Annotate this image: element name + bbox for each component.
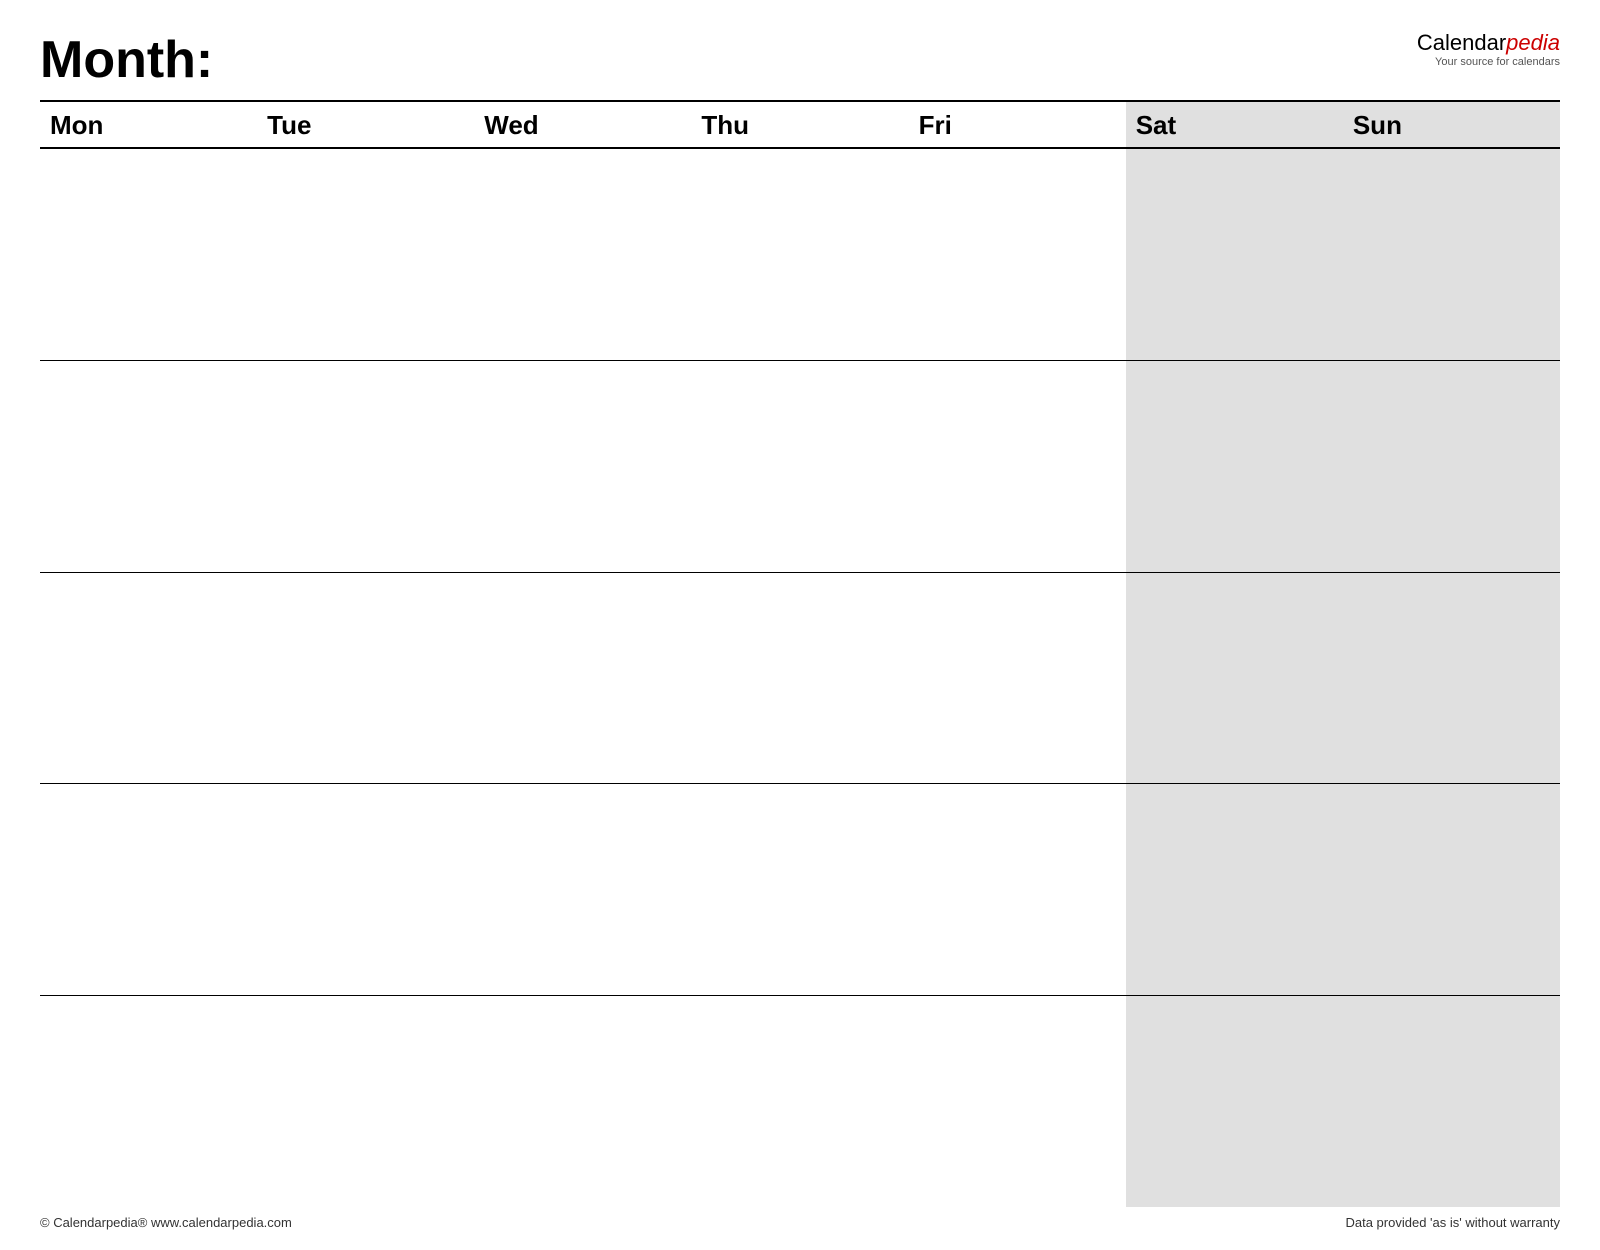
calendar-grid: Mon Tue Wed Thu Fri Sat Sun [40, 100, 1560, 1207]
day-header-tue: Tue [257, 102, 474, 147]
day-header-sat: Sat [1126, 102, 1343, 147]
week5-thu[interactable] [691, 996, 908, 1207]
week5-sun[interactable] [1343, 996, 1560, 1207]
week2-wed[interactable] [474, 361, 691, 572]
week5-sat[interactable] [1126, 996, 1343, 1207]
week3-thu[interactable] [691, 573, 908, 784]
month-title: Month: [40, 30, 213, 90]
week1-wed[interactable] [474, 149, 691, 360]
weeks-container [40, 149, 1560, 1207]
day-header-fri: Fri [909, 102, 1126, 147]
week1-sun[interactable] [1343, 149, 1560, 360]
week2-tue[interactable] [257, 361, 474, 572]
week-row-1 [40, 149, 1560, 361]
week1-thu[interactable] [691, 149, 908, 360]
week1-sat[interactable] [1126, 149, 1343, 360]
week-row-3 [40, 573, 1560, 785]
week4-fri[interactable] [909, 784, 1126, 995]
header: Month: Calendarpedia Your source for cal… [40, 30, 1560, 90]
logo-subtitle: Your source for calendars [1417, 56, 1560, 69]
week3-sun[interactable] [1343, 573, 1560, 784]
week5-wed[interactable] [474, 996, 691, 1207]
week3-fri[interactable] [909, 573, 1126, 784]
week1-tue[interactable] [257, 149, 474, 360]
week1-fri[interactable] [909, 149, 1126, 360]
week4-mon[interactable] [40, 784, 257, 995]
logo-pedia: pedia [1506, 30, 1560, 55]
day-header-wed: Wed [474, 102, 691, 147]
week3-tue[interactable] [257, 573, 474, 784]
week2-sun[interactable] [1343, 361, 1560, 572]
week3-mon[interactable] [40, 573, 257, 784]
week4-wed[interactable] [474, 784, 691, 995]
week2-mon[interactable] [40, 361, 257, 572]
logo-container: Calendarpedia Your source for calendars [1417, 30, 1560, 70]
week3-sat[interactable] [1126, 573, 1343, 784]
week-row-5 [40, 996, 1560, 1207]
week-row-2 [40, 361, 1560, 573]
day-header-thu: Thu [691, 102, 908, 147]
day-header-sun: Sun [1343, 102, 1560, 147]
logo-calendar: Calendar [1417, 30, 1506, 55]
logo-text: Calendarpedia [1417, 30, 1560, 56]
week5-mon[interactable] [40, 996, 257, 1207]
week4-thu[interactable] [691, 784, 908, 995]
week4-sat[interactable] [1126, 784, 1343, 995]
week2-sat[interactable] [1126, 361, 1343, 572]
footer-copyright: © Calendarpedia® www.calendarpedia.com [40, 1215, 292, 1230]
footer: © Calendarpedia® www.calendarpedia.com D… [40, 1207, 1560, 1230]
week4-sun[interactable] [1343, 784, 1560, 995]
week2-fri[interactable] [909, 361, 1126, 572]
week3-wed[interactable] [474, 573, 691, 784]
page-container: Month: Calendarpedia Your source for cal… [0, 0, 1600, 1250]
week5-tue[interactable] [257, 996, 474, 1207]
week-row-4 [40, 784, 1560, 996]
week1-mon[interactable] [40, 149, 257, 360]
footer-disclaimer: Data provided 'as is' without warranty [1345, 1215, 1560, 1230]
week5-fri[interactable] [909, 996, 1126, 1207]
day-headers: Mon Tue Wed Thu Fri Sat Sun [40, 102, 1560, 149]
week2-thu[interactable] [691, 361, 908, 572]
day-header-mon: Mon [40, 102, 257, 147]
week4-tue[interactable] [257, 784, 474, 995]
